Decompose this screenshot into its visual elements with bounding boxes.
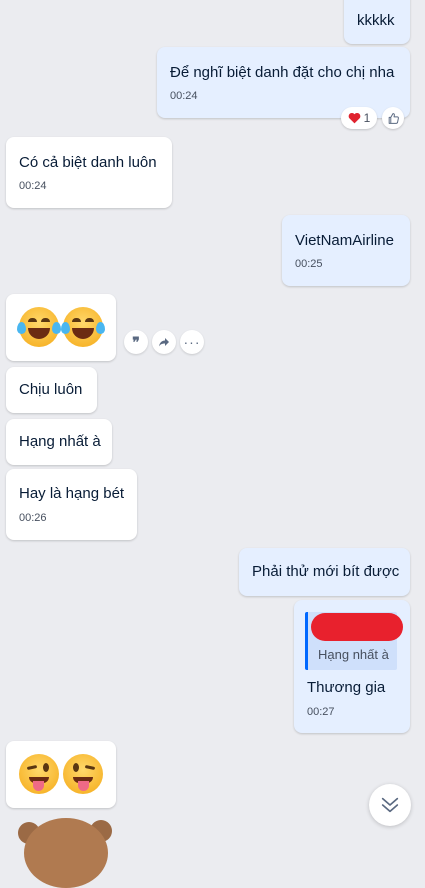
thumbs-up-icon	[388, 112, 399, 124]
message-bubble-outgoing[interactable]: kkkkk	[344, 0, 410, 44]
bear-sticker	[14, 814, 114, 888]
message-text: Phải thử mới bít được	[252, 563, 400, 580]
like-button[interactable]	[382, 107, 404, 129]
message-text: Hay là hạng bét	[19, 485, 125, 502]
message-text: Hạng nhất à	[19, 433, 101, 450]
scroll-down-button[interactable]	[369, 784, 411, 826]
message-text: kkkkk	[357, 12, 395, 29]
quoted-text: Hạng nhất à	[318, 647, 389, 662]
reaction-badge[interactable]: 1	[341, 107, 377, 129]
heart-icon	[348, 112, 361, 124]
message-text: Thương gia	[307, 679, 386, 696]
message-text: Chịu luôn	[19, 381, 83, 398]
quote-button[interactable]: ❞	[124, 330, 148, 354]
more-icon: ···	[183, 334, 201, 350]
message-bubble-incoming[interactable]: Hạng nhất à	[6, 419, 112, 465]
message-time: 00:24	[19, 180, 47, 192]
share-button[interactable]	[152, 330, 176, 354]
scroll-down-icon	[381, 797, 399, 813]
quoted-message[interactable]: Hạng nhất à	[305, 612, 403, 670]
reaction-count: 1	[363, 111, 371, 125]
message-bubble-incoming[interactable]: Có cả biệt danh luôn 00:24	[6, 137, 172, 208]
message-bubble-outgoing[interactable]: VietNamAirline 00:25	[282, 215, 410, 286]
message-bubble-incoming[interactable]: Chịu luôn	[6, 367, 97, 413]
message-bubble-incoming[interactable]: Hay là hạng bét 00:26	[6, 469, 137, 540]
message-time: 00:27	[307, 706, 335, 718]
message-bubble-outgoing[interactable]: Để nghĩ biệt danh đặt cho chị nha 00:24	[157, 47, 410, 118]
message-time: 00:25	[295, 258, 323, 270]
share-icon	[159, 338, 169, 347]
winking-face-with-tongue-icon	[19, 754, 59, 794]
message-bubble-outgoing[interactable]: Phải thử mới bít được	[239, 548, 410, 596]
message-time: 00:24	[170, 90, 198, 102]
message-bubble-emoji[interactable]	[6, 741, 116, 808]
message-bubble-outgoing[interactable]: Hạng nhất à Thương gia 00:27	[294, 600, 410, 733]
redaction-mark	[311, 613, 403, 641]
face-with-tears-of-joy-icon	[61, 307, 105, 347]
more-button[interactable]: ···	[180, 330, 204, 354]
message-text: VietNamAirline	[295, 232, 394, 249]
message-bubble-emoji[interactable]	[6, 294, 116, 361]
face-with-tears-of-joy-icon	[17, 307, 61, 347]
message-text: Để nghĩ biệt danh đặt cho chị nha	[170, 64, 395, 81]
message-time: 00:26	[19, 512, 47, 524]
message-text: Có cả biệt danh luôn	[19, 154, 157, 171]
winking-face-with-tongue-icon	[63, 754, 103, 794]
quote-icon: ❞	[132, 334, 140, 350]
